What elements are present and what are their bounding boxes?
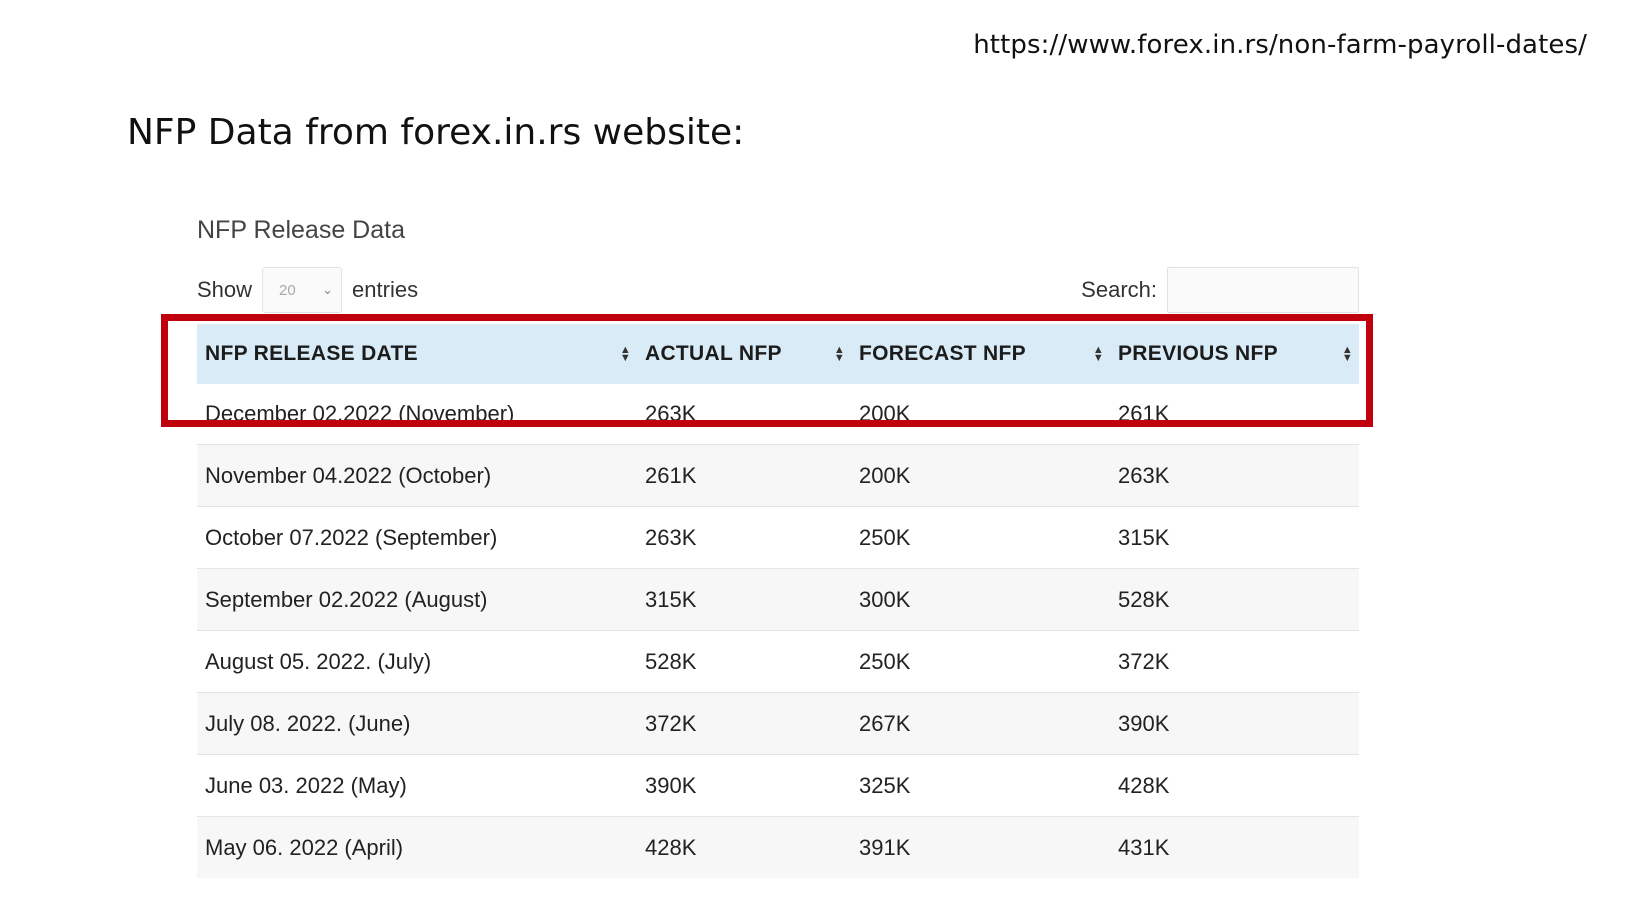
table-header-row: NFP RELEASE DATE ▲ ▼ ACTUAL NFP ▲ ▼ FORECA… [197,324,1359,384]
nfp-table: NFP RELEASE DATE ▲ ▼ ACTUAL NFP ▲ ▼ FORECA… [197,324,1359,878]
search-input[interactable] [1167,267,1359,313]
search-control: Search: [1081,267,1359,313]
cell-previous: 315K [1110,506,1359,569]
cell-forecast: 391K [851,816,1110,878]
column-header-label: NFP RELEASE DATE [205,342,418,365]
cell-forecast: 200K [859,401,911,426]
panel-title: NFP Release Data [197,216,405,244]
table-row: October 07.2022 (September) 263K 250K 31… [197,506,1359,569]
table-row: September 02.2022 (August) 315K 300K 528… [197,568,1359,631]
cell-previous: 261K [1118,401,1170,426]
cell-actual: 315K [637,568,851,631]
cell-actual: 428K [637,816,851,878]
show-label: Show [197,277,253,302]
cell-previous: 528K [1110,568,1359,631]
entries-select-value: 20 [279,281,296,299]
source-url: https://www.forex.in.rs/non-farm-payroll… [973,30,1587,60]
cell-actual: 263K [637,506,851,569]
cell-forecast: 300K [851,568,1110,631]
chevron-down-icon: ⌄ [322,282,334,297]
cell-actual: 261K [637,444,851,507]
sort-icon: ▲ ▼ [619,344,631,364]
cell-release-date: December 02.2022 (November) [205,401,515,426]
search-label: Search: [1081,277,1157,302]
slide-title: NFP Data from forex.in.rs website: [127,112,745,153]
entries-select[interactable]: 20 ⌄ [262,267,343,313]
cell-previous: 428K [1110,754,1359,817]
cell-forecast: 267K [851,692,1110,755]
cell-forecast: 325K [851,754,1110,817]
cell-previous: 372K [1110,630,1359,693]
table-controls: Show 20 ⌄ entries Search: [197,266,1359,314]
table-row: November 04.2022 (October) 261K 200K 263… [197,444,1359,507]
cell-previous: 263K [1110,444,1359,507]
entries-label: entries [352,277,419,302]
cell-release-date: November 04.2022 (October) [197,444,637,507]
cell-previous: 431K [1110,816,1359,878]
table-row: December 02.2022 (November) 263K 200K 26… [197,384,1359,445]
column-header-previous[interactable]: PREVIOUS NFP ▲ ▼ [1110,324,1359,384]
cell-release-date: June 03. 2022 (May) [197,754,637,817]
column-header-actual[interactable]: ACTUAL NFP ▲ ▼ [637,324,851,384]
column-header-forecast[interactable]: FORECAST NFP ▲ ▼ [851,324,1110,384]
cell-forecast: 250K [851,506,1110,569]
table-row: June 03. 2022 (May) 390K 325K 428K [197,754,1359,817]
cell-release-date: July 08. 2022. (June) [197,692,637,755]
cell-actual: 528K [637,630,851,693]
cell-actual: 372K [637,692,851,755]
cell-release-date: August 05. 2022. (July) [197,630,637,693]
column-header-release-date[interactable]: NFP RELEASE DATE ▲ ▼ [197,324,637,384]
cell-forecast: 200K [851,444,1110,507]
cell-actual: 390K [637,754,851,817]
cell-release-date: September 02.2022 (August) [197,568,637,631]
cell-release-date: May 06. 2022 (April) [197,816,637,878]
cell-actual: 263K [645,401,697,426]
entries-control: Show 20 ⌄ entries [197,267,418,313]
cell-release-date: October 07.2022 (September) [197,506,637,569]
sort-icon: ▲ ▼ [1341,344,1353,364]
sort-icon: ▲ ▼ [833,344,845,364]
sort-icon: ▲ ▼ [1092,344,1104,364]
cell-forecast: 250K [851,630,1110,693]
column-header-label: FORECAST NFP [859,342,1026,365]
table-row: August 05. 2022. (July) 528K 250K 372K [197,630,1359,693]
table-row: May 06. 2022 (April) 428K 391K 431K [197,816,1359,878]
column-header-label: ACTUAL NFP [645,342,782,365]
table-row: July 08. 2022. (June) 372K 267K 390K [197,692,1359,755]
column-header-label: PREVIOUS NFP [1118,342,1278,365]
cell-previous: 390K [1110,692,1359,755]
